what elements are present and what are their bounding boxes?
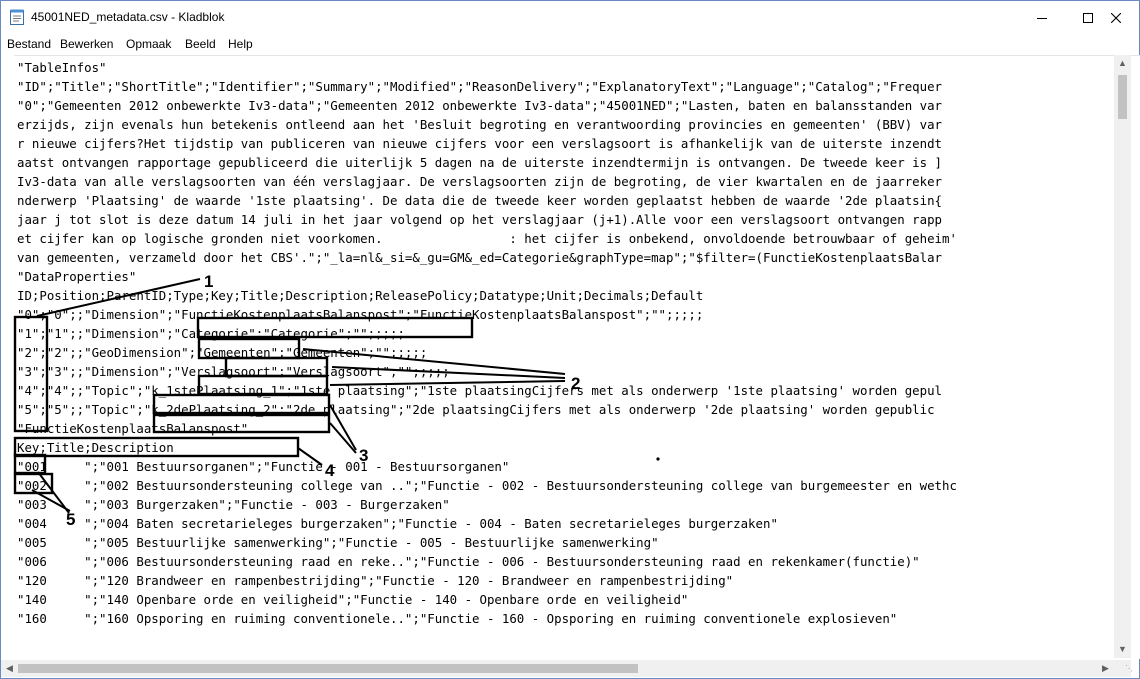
text-line: "DataProperties" xyxy=(17,269,137,284)
text-line: r nieuwe cijfers?Het tijdstip van public… xyxy=(17,136,943,151)
text-line: ID;Position;ParentID;Type;Key;Title;Desc… xyxy=(17,288,704,303)
menu-bar: Bestand Bewerken Opmaak Beeld Help xyxy=(1,34,1139,54)
maximize-icon xyxy=(1083,12,1093,23)
menu-opmaak[interactable]: Opmaak xyxy=(126,37,171,51)
text-line: "160 ";"160 Opsporing en ruiming convent… xyxy=(17,611,898,626)
menu-bestand[interactable]: Bestand xyxy=(7,37,51,51)
menu-beeld[interactable]: Beeld xyxy=(185,37,216,51)
text-line: erzijds, zijn evenals hun betekenis ontl… xyxy=(17,117,943,132)
window-title: 45001NED_metadata.csv - Kladblok xyxy=(31,10,225,24)
text-line: aatst ontvangen rapportage gepubliceerd … xyxy=(17,155,943,170)
scroll-down-arrow-icon[interactable]: ▼ xyxy=(1114,641,1131,658)
text-line: et cijfer kan op logische gronden niet v… xyxy=(17,231,957,246)
text-line: "ID";"Title";"ShortTitle";"Identifier";"… xyxy=(17,79,943,94)
text-line: "4";"4";;"Topic";"k_1stePlaatsing_1";"1s… xyxy=(17,383,943,398)
notepad-window: 45001NED_metadata.csv - Kladblok Bestand… xyxy=(0,0,1140,679)
text-line: "001 ";"001 Bestuursorganen";"Functie - … xyxy=(17,459,510,474)
horizontal-scroll-thumb[interactable] xyxy=(18,664,638,673)
text-line: "002 ";"002 Bestuursondersteuning colleg… xyxy=(17,478,957,493)
horizontal-scrollbar[interactable]: ◀ ▶ xyxy=(1,660,1131,677)
text-line: van gemeenten, verzameld door het CBS'."… xyxy=(17,250,943,265)
text-line: "140 ";"140 Openbare orde en veiligheid"… xyxy=(17,592,689,607)
close-button[interactable] xyxy=(1093,1,1139,34)
title-bar[interactable]: 45001NED_metadata.csv - Kladblok xyxy=(1,1,1139,34)
text-line: nderwerp 'Plaatsing' de waarde '1ste pla… xyxy=(17,193,943,208)
scroll-right-arrow-icon[interactable]: ▶ xyxy=(1097,660,1114,677)
text-line: Key;Title;Description xyxy=(17,440,174,455)
text-line: "2";"2";;"GeoDimension";"Gemeenten";"Gem… xyxy=(17,345,428,360)
text-line: "5";"5";;"Topic";"k_2dePlaatsing_2";"2de… xyxy=(17,402,935,417)
text-line: "003 ";"003 Burgerzaken";"Functie - 003 … xyxy=(17,497,450,512)
text-content[interactable]: "TableInfos" "ID";"Title";"ShortTitle";"… xyxy=(17,59,1115,659)
minimize-icon xyxy=(1037,17,1047,19)
text-line: "3";"3";;"Dimension";"Verslagsoort";"Ver… xyxy=(17,364,450,379)
vertical-scrollbar[interactable]: ▲ ▼ xyxy=(1114,55,1131,658)
close-icon xyxy=(1111,12,1121,23)
text-line: "005 ";"005 Bestuurlijke samenwerking";"… xyxy=(17,535,659,550)
notepad-app-icon xyxy=(10,9,24,25)
scroll-up-arrow-icon[interactable]: ▲ xyxy=(1114,55,1131,72)
scroll-left-arrow-icon[interactable]: ◀ xyxy=(1,660,18,677)
resize-grip-icon[interactable]: ⋱ xyxy=(1125,664,1133,673)
text-editor[interactable]: "TableInfos" "ID";"Title";"ShortTitle";"… xyxy=(14,55,1140,659)
text-line: "006 ";"006 Bestuursondersteuning raad e… xyxy=(17,554,920,569)
menu-help[interactable]: Help xyxy=(228,37,253,51)
text-line: "0";"0";;"Dimension";"FunctieKostenplaat… xyxy=(17,307,704,322)
minimize-button[interactable] xyxy=(1019,1,1065,34)
menu-bewerken[interactable]: Bewerken xyxy=(60,37,113,51)
text-line: "0";"Gemeenten 2012 onbewerkte Iv3-data"… xyxy=(17,98,943,113)
text-line: "TableInfos" xyxy=(17,60,107,75)
text-line: "FunctieKostenplaatsBalanspost" xyxy=(17,421,249,436)
text-line: "004 ";"004 Baten secretarieleges burger… xyxy=(17,516,778,531)
text-line: Iv3-data van alle verslagsoorten van één… xyxy=(17,174,943,189)
text-line: jaar j tot slot is deze datum 14 juli in… xyxy=(17,212,943,227)
vertical-scroll-thumb[interactable] xyxy=(1118,75,1127,119)
text-line: "1";"1";;"Dimension";"Categorie";"Catego… xyxy=(17,326,405,341)
text-line: "120 ";"120 Brandweer en rampenbestrijdi… xyxy=(17,573,734,588)
